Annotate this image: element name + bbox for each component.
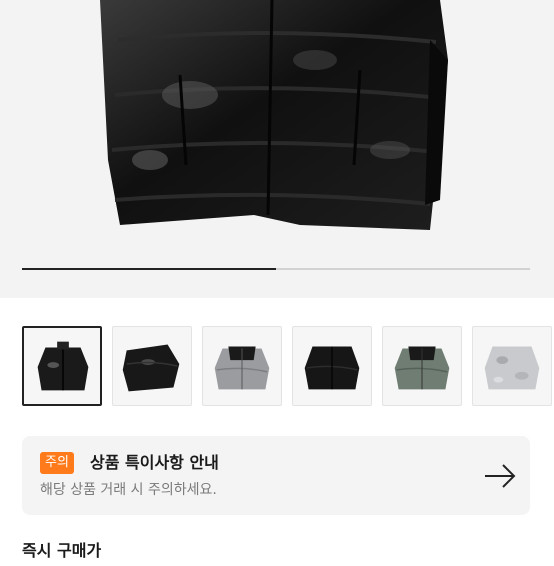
product-image[interactable] — [0, 0, 554, 298]
thumbnail-black-glossy-puffer[interactable] — [22, 326, 102, 406]
jacket-thumbnail-image — [122, 344, 180, 392]
image-carousel-progress — [22, 268, 530, 270]
caution-badge: 주의 — [40, 452, 74, 474]
jacket-thumbnail-image — [394, 346, 450, 390]
carousel-progress-fill — [22, 268, 276, 270]
jacket-thumbnail-image — [484, 346, 540, 390]
thumbnail-strip — [22, 326, 554, 406]
thumbnail-green-black-puffer[interactable] — [382, 326, 462, 406]
thumbnail-black-matte-puffer[interactable] — [292, 326, 372, 406]
thumbnail-silver-camo-puffer[interactable] — [472, 326, 552, 406]
jacket-thumbnail-image — [304, 346, 360, 390]
jacket-thumbnail-image — [214, 346, 270, 390]
product-notice-card[interactable]: 주의 상품 특이사항 안내 해당 상품 거래 시 주의하세요. — [22, 436, 530, 515]
thumbnail-silver-black-puffer[interactable] — [202, 326, 282, 406]
notice-description: 해당 상품 거래 시 주의하세요. — [40, 482, 217, 498]
black-puffer-jacket-illustration — [100, 0, 448, 230]
instant-buy-price-heading: 즉시 구매가 — [22, 541, 102, 560]
thumbnail-black-glossy-puffer-side[interactable] — [112, 326, 192, 406]
notice-title: 상품 특이사항 안내 — [90, 453, 219, 472]
jacket-thumbnail-image — [37, 341, 89, 391]
arrow-right-icon[interactable] — [482, 458, 518, 494]
